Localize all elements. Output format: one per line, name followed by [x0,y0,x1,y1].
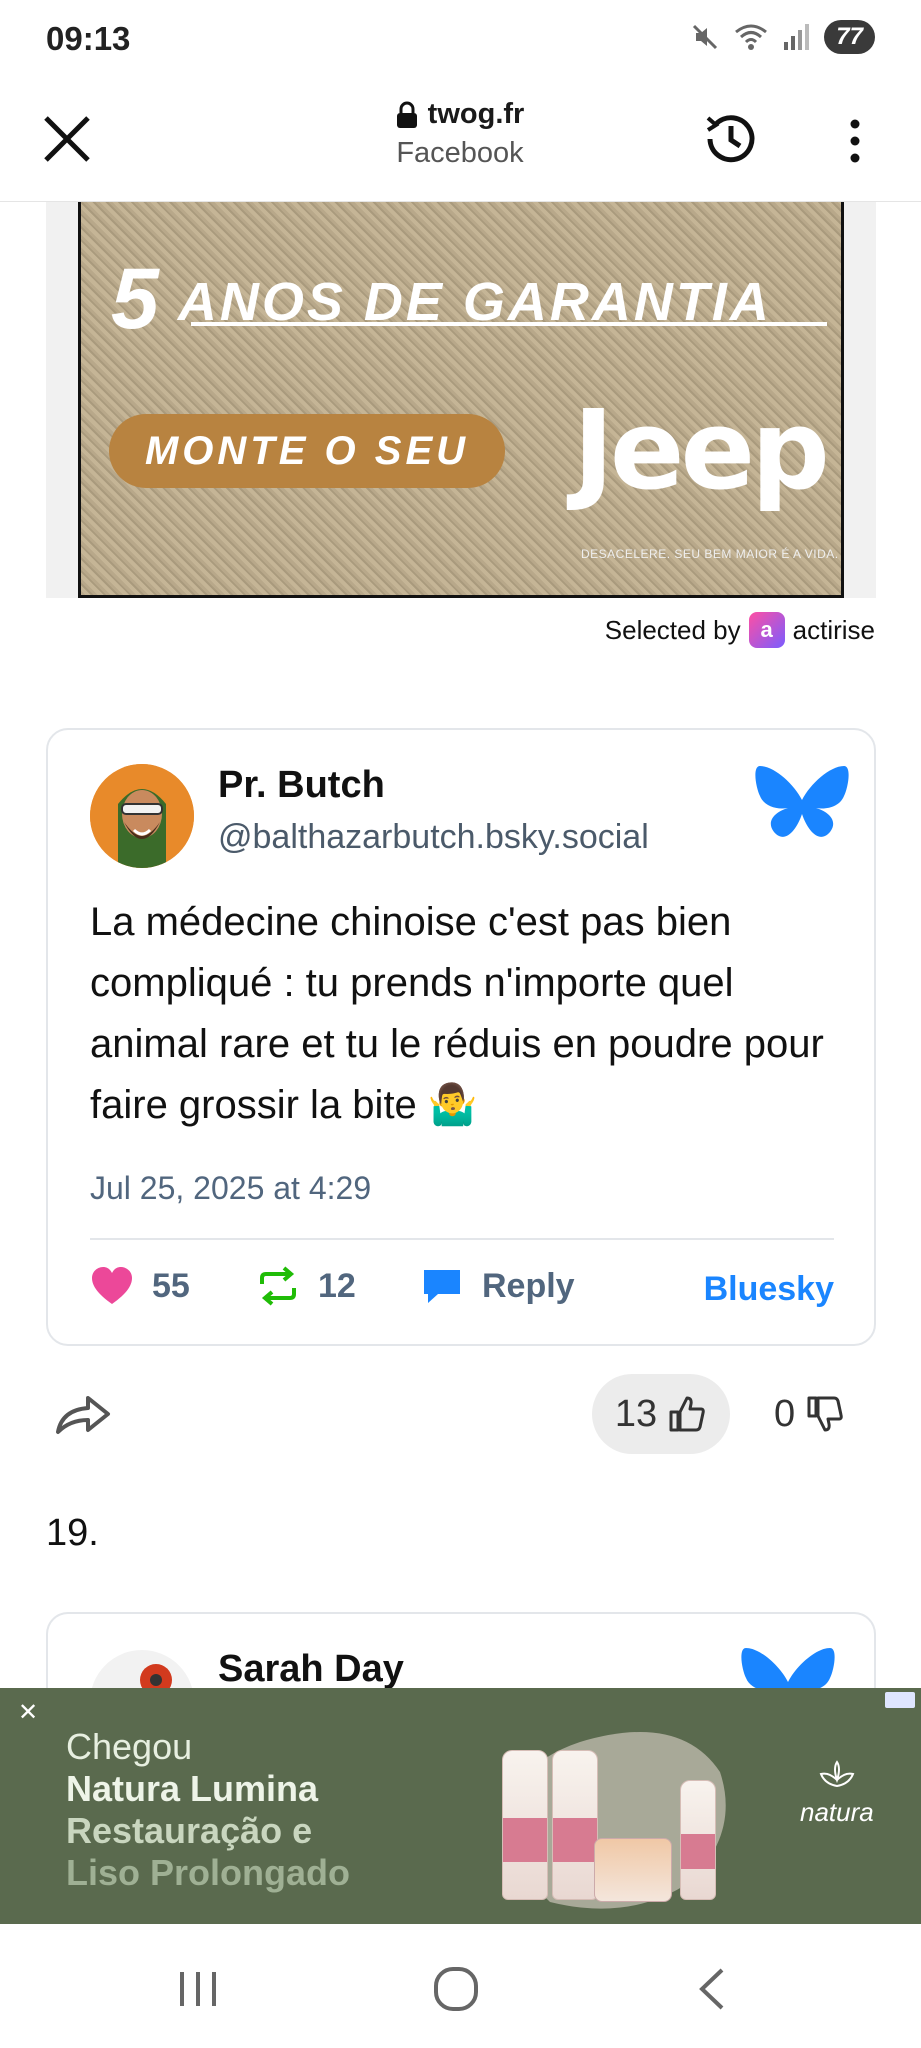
repost-count: 12 [318,1266,356,1305]
natura-logo: natura [800,1760,874,1828]
thumbs-up-icon [669,1396,705,1432]
system-navigation-bar [0,1924,921,2048]
bottom-ad-text: Chegou Natura Lumina Restauração e Liso … [66,1726,350,1894]
bottom-ad-banner[interactable]: ✕ Chegou Natura Lumina Restauração e Lis… [0,1688,921,1924]
like-count: 55 [152,1266,190,1305]
browser-toolbar: twog.fr Facebook [0,84,921,202]
bottom-ad-line1: Chegou [66,1726,193,1767]
ad-fine-print: DESACELERE. SEU BEM MAIOR É A VIDA. [581,547,839,561]
upvote-button[interactable]: 13 [592,1374,730,1454]
signal-icon [784,24,810,50]
close-ad-icon[interactable]: ✕ [18,1698,38,1727]
bottom-ad-line2: Natura Lumina [66,1768,319,1809]
mute-icon [693,24,718,50]
repost-action[interactable]: 12 [256,1266,356,1306]
natura-brand: natura [800,1797,874,1827]
ad-banner[interactable]: 5 ANOS DE GARANTIA MONTE O SEU Jeep DESA… [46,202,876,598]
adchoices-icon[interactable] [885,1692,915,1708]
home-icon[interactable] [426,1964,486,2014]
ad-image[interactable]: 5 ANOS DE GARANTIA MONTE O SEU Jeep DESA… [78,202,844,598]
url-domain: twog.fr [300,98,620,131]
author-name[interactable]: Sarah Day [218,1648,404,1691]
avatar-illustration [90,764,194,868]
bluesky-link[interactable]: Bluesky [704,1270,834,1309]
ad-attribution-brand: actirise [792,614,875,645]
status-time: 09:13 [46,20,131,57]
wifi-icon [735,24,768,50]
natura-flower-icon [819,1760,855,1788]
ad-attribution[interactable]: Selected by a actirise [605,612,875,648]
thumbs-down-icon [807,1396,843,1432]
bottom-ad-line4: Liso Prolongado [66,1852,350,1893]
card-divider [90,1238,834,1240]
item-number: 19. [46,1512,99,1554]
bottom-ad-line3: Restauração e [66,1810,313,1851]
product-bottle [552,1750,598,1900]
ad-divider [191,322,827,326]
downvote-button[interactable]: 0 [774,1374,870,1454]
avatar[interactable] [90,764,194,868]
product-jar [594,1838,672,1902]
close-icon[interactable] [40,112,94,166]
actirise-icon: a [748,612,785,648]
bluesky-butterfly-icon[interactable] [754,762,850,848]
share-icon[interactable] [54,1390,112,1438]
status-bar: 09:13 77 [0,0,921,84]
jeep-logo: Jeep [573,386,830,514]
heart-icon [92,1267,132,1304]
reply-label: Reply [482,1266,575,1305]
downvote-count: 0 [774,1392,796,1435]
upvote-count: 13 [614,1392,658,1435]
post-date[interactable]: Jul 25, 2025 at 4:29 [90,1170,371,1207]
url-domain-text: twog.fr [427,98,525,130]
url-box[interactable]: twog.fr Facebook [300,98,620,170]
back-icon[interactable] [684,1964,744,2014]
history-icon[interactable] [700,108,762,170]
author-name[interactable]: Pr. Butch [218,764,385,807]
more-options-icon[interactable] [838,116,872,166]
url-source: Facebook [396,137,524,169]
post-actions: 55 12 Reply Bluesky [90,1266,834,1322]
reply-bubble-icon [424,1270,460,1303]
status-icons: 77 [690,20,875,54]
reply-action[interactable]: Reply [420,1266,575,1306]
bluesky-post-card[interactable]: Pr. Butch @balthazarbutch.bsky.social La… [46,728,876,1346]
product-bottle [502,1750,548,1900]
post-text: La médecine chinoise c'est pas bien comp… [90,900,824,1127]
ad-headline: 5 ANOS DE GARANTIA [111,251,772,347]
battery-indicator: 77 [824,20,875,54]
author-handle[interactable]: @balthazarbutch.bsky.social [218,818,649,857]
ad-cta-button[interactable]: MONTE O SEU [109,414,505,488]
product-image [490,1712,740,1912]
repost-icon [260,1266,296,1306]
lock-icon [396,101,417,128]
recent-apps-icon[interactable] [168,1964,228,2014]
like-action[interactable]: 55 [90,1266,190,1306]
product-bottle [680,1780,716,1900]
ad-attribution-prefix: Selected by [604,614,741,645]
